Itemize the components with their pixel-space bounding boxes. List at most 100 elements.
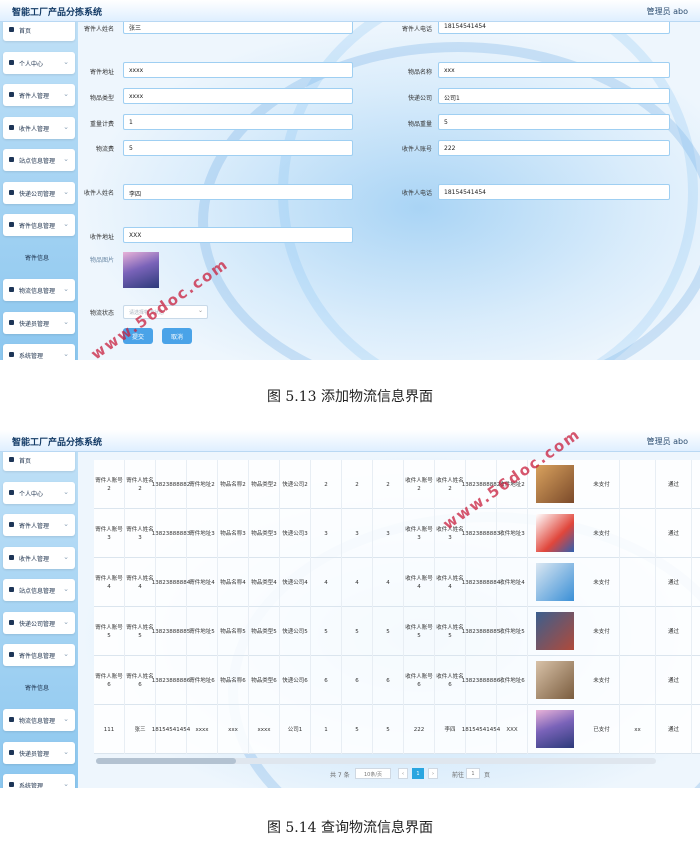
table-cell: 5 (342, 607, 373, 656)
sidebar-item[interactable]: 物流信息管理 ⌄ (3, 279, 75, 301)
receiver-phone-input[interactable]: 18154541454 (438, 184, 670, 200)
audit-status: 通过 (656, 705, 692, 754)
table-cell: 快递公司5 (280, 607, 311, 656)
sender-name-input[interactable]: 张三 (123, 22, 353, 34)
sender-address-input[interactable]: xxxx (123, 62, 353, 78)
sidebar-item[interactable]: 系统管理 ⌄ (3, 344, 75, 360)
table-cell: 13823888883 (152, 509, 190, 558)
sidebar-item[interactable]: 首页 (3, 449, 75, 471)
table-cell: 快递公司2 (280, 460, 311, 509)
table-cell: 寄件地址6 (187, 656, 218, 705)
table-row: 寄件人账号6 寄件人姓名6 13823888886 寄件地址6 物品名称6 物品类型6 快递… (94, 656, 700, 705)
admin-menu[interactable]: 管理员 abo (647, 6, 688, 17)
item-name-label: 物品名称 (407, 69, 432, 76)
sidebar-item[interactable]: 物流信息管理 ⌄ (3, 709, 75, 731)
receiver-address-input[interactable]: XXX (123, 227, 353, 243)
table-cell: 物品名称4 (218, 558, 249, 607)
sidebar-item[interactable]: 快递员管理 ⌄ (3, 311, 75, 334)
sidebar-item[interactable]: 站点信息管理 ⌄ (3, 149, 75, 171)
table-cell: 18154541454 (462, 705, 500, 754)
reply-cell: xx (620, 705, 656, 754)
item-image-thumbnail[interactable] (536, 661, 574, 699)
sidebar-item[interactable]: 个人中心 ⌄ (3, 51, 75, 74)
sidebar-item[interactable]: 系统管理 ⌄ (3, 774, 75, 788)
table-cell: 5 (342, 705, 373, 754)
table-cell: 6 (342, 656, 373, 705)
item-image-thumbnail[interactable] (536, 563, 574, 601)
receiver-name-input[interactable]: 李四 (123, 184, 353, 200)
admin-menu[interactable]: 管理员 abo (647, 436, 688, 447)
item-weight-input[interactable]: 5 (438, 114, 670, 130)
receiver-account-input[interactable]: 222 (438, 140, 670, 156)
sidebar-item[interactable]: 个人中心 ⌄ (3, 481, 75, 504)
chevron-down-icon: ⌄ (63, 122, 69, 131)
sidebar-subitem[interactable]: 寄件信息 (3, 677, 75, 697)
goto-label: 前往 (452, 772, 465, 779)
table-cell: 13823888884 (462, 558, 500, 607)
table-cell: 222 (404, 705, 435, 754)
sidebar-item[interactable]: 快递员管理 ⌄ (3, 741, 75, 764)
sidebar-item[interactable]: 快递公司管理 ⌄ (3, 181, 75, 204)
sidebar-item[interactable]: 站点信息管理 ⌄ (3, 579, 75, 601)
menu-icon (9, 749, 14, 755)
sender-phone-input[interactable]: 18154541454 (438, 22, 670, 34)
receiver-name-label: 收件人姓名 (84, 190, 115, 197)
table-cell: 公司1 (280, 705, 311, 754)
table-cell: 4 (342, 558, 373, 607)
item-image-thumbnail[interactable] (536, 514, 574, 552)
table-row: 111 张三 18154541454 xxxx xxx xxxx 公司1 1 5 5 222 李四 18… (94, 705, 700, 754)
weight-calc-input[interactable]: 1 (123, 114, 353, 130)
sidebar-item[interactable]: 首页 (3, 19, 75, 41)
fee-input[interactable]: 5 (123, 140, 353, 156)
page-1-button[interactable]: 1 (412, 768, 424, 779)
table-cell: 快递公司6 (280, 656, 311, 705)
table-cell: 收件地址5 (497, 607, 528, 656)
sidebar-item[interactable]: 寄件人管理 ⌄ (3, 514, 75, 536)
cancel-button[interactable]: 取消 (162, 328, 192, 344)
courier-input[interactable]: 公司1 (438, 88, 670, 104)
table-row: 寄件人账号4 寄件人姓名4 13823888884 寄件地址4 物品名称4 物品类型4 快递… (94, 558, 700, 607)
menu-icon (9, 124, 14, 130)
sidebar-item[interactable]: 寄件信息管理 ⌄ (3, 214, 75, 236)
page-size-select[interactable]: 10条/页 (355, 768, 391, 779)
sidebar-subitem[interactable]: 寄件信息 (3, 247, 75, 267)
table-cell: 收件地址3 (497, 509, 528, 558)
table-cell: 111 (94, 705, 125, 754)
item-image-thumbnail[interactable] (536, 710, 574, 748)
goto-page-input[interactable]: 1 (466, 768, 480, 779)
sidebar-item[interactable]: 寄件信息管理 ⌄ (3, 644, 75, 666)
table-cell: 13823888884 (152, 558, 190, 607)
chevron-down-icon: ⌄ (63, 187, 69, 196)
table-cell: 收件人账号6 (404, 656, 435, 705)
sidebar-item-label: 寄件信息管理 (19, 653, 56, 660)
sidebar-item-label: 系统管理 (19, 353, 44, 360)
sender-address-label: 寄件地址 (89, 69, 114, 76)
sidebar-item[interactable]: 寄件人管理 ⌄ (3, 84, 75, 106)
item-type-input[interactable]: xxxx (123, 88, 353, 104)
prev-page-button[interactable]: ‹ (398, 768, 408, 779)
menu-icon (9, 352, 14, 357)
table-cell: 物品类型6 (249, 656, 280, 705)
table-cell: xxxx (187, 705, 218, 754)
sidebar-item[interactable]: 快递公司管理 ⌄ (3, 611, 75, 634)
scrollbar-thumb[interactable] (96, 758, 236, 764)
courier-label: 快递公司 (407, 95, 432, 102)
menu-icon (9, 222, 14, 227)
chevron-down-icon: ⌄ (63, 715, 69, 723)
item-image-thumbnail[interactable] (123, 252, 159, 288)
next-page-button[interactable]: › (428, 768, 438, 779)
chevron-down-icon: ⌄ (63, 617, 69, 626)
sidebar-item[interactable]: 收件人管理 ⌄ (3, 546, 75, 569)
sidebar-item-label: 物流信息管理 (19, 718, 56, 725)
horizontal-scrollbar[interactable] (96, 758, 656, 764)
reply-cell (620, 558, 656, 607)
status-label: 物流状态 (89, 310, 114, 317)
menu-icon (9, 27, 14, 32)
audit-status: 通过 (656, 656, 692, 705)
sidebar-item[interactable]: 收件人管理 ⌄ (3, 116, 75, 139)
item-name-input[interactable]: xxx (438, 62, 670, 78)
item-image-thumbnail[interactable] (536, 612, 574, 650)
table-cell: 3 (373, 509, 404, 558)
table-cell: 快递公司4 (280, 558, 311, 607)
item-image-thumbnail[interactable] (536, 465, 574, 503)
